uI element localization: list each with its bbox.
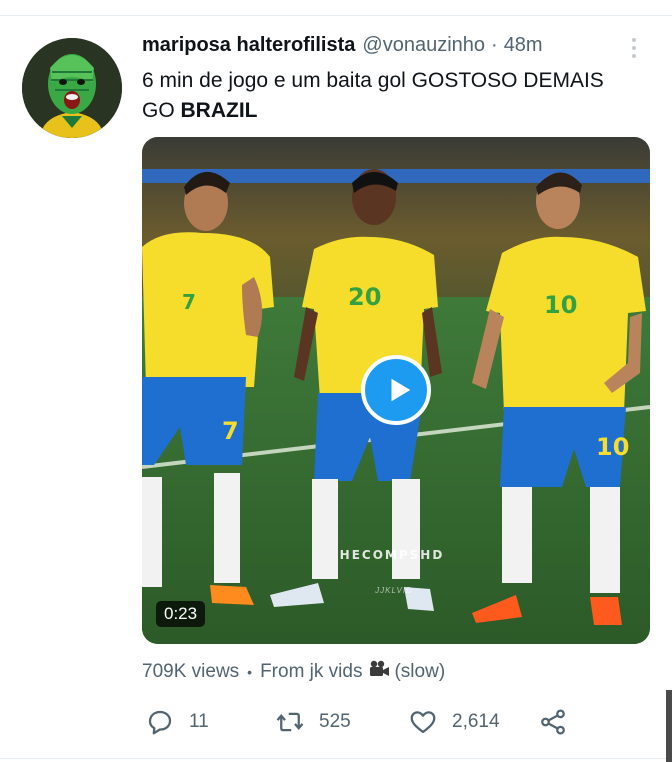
source-link[interactable]: From jk vids bbox=[260, 661, 362, 683]
share-icon bbox=[541, 709, 565, 735]
video-watermark: HECOMPSHD bbox=[339, 548, 445, 562]
timestamp[interactable]: 48m bbox=[504, 34, 543, 57]
author-name[interactable]: mariposa halterofilista bbox=[142, 34, 355, 57]
retweet-icon bbox=[276, 712, 304, 732]
source-suffix: (slow) bbox=[394, 661, 446, 682]
video-duration: 0:23 bbox=[156, 601, 206, 627]
like-button[interactable]: 2,614 bbox=[408, 705, 500, 739]
shorts-number-left: 7 bbox=[222, 417, 239, 445]
heart-icon bbox=[410, 711, 436, 734]
meta-separator: • bbox=[247, 664, 253, 680]
tweet-text-prefix: GO bbox=[142, 99, 181, 122]
video-player[interactable]: 7 20 10 7 10 HECOMPSHD JJKLVID 0:23 bbox=[142, 137, 650, 644]
avatar-image bbox=[22, 38, 122, 138]
tweet-text: 6 min de jogo e um baita gol GOSTOSO DEM… bbox=[142, 66, 647, 126]
reply-icon bbox=[148, 710, 172, 735]
like-count: 2,614 bbox=[452, 711, 500, 732]
tweet-actions: 11 525 2,614 bbox=[142, 705, 642, 739]
jersey-number-right: 10 bbox=[544, 291, 577, 319]
video-meta: 709K views • From jk vids (slow) bbox=[142, 660, 445, 684]
reply-button[interactable]: 11 bbox=[145, 705, 209, 739]
tweet-text-bold: BRAZIL bbox=[180, 99, 258, 122]
shorts-number-right: 10 bbox=[596, 433, 629, 461]
view-count: 709K views bbox=[142, 661, 240, 682]
avatar[interactable] bbox=[22, 38, 122, 138]
play-icon bbox=[391, 378, 410, 402]
retweet-count: 525 bbox=[319, 711, 351, 732]
top-divider bbox=[0, 15, 672, 16]
more-options-icon[interactable] bbox=[624, 34, 644, 62]
author-handle[interactable]: @vonauzinho bbox=[362, 34, 485, 57]
header-separator: · bbox=[491, 34, 498, 56]
tweet-text-line2: GO BRAZIL bbox=[142, 96, 647, 126]
play-button[interactable] bbox=[361, 355, 431, 425]
jersey-number-middle: 20 bbox=[348, 283, 381, 311]
tweet-header: mariposa halterofilista @vonauzinho · 48… bbox=[142, 34, 543, 57]
tweet-text-line1: 6 min de jogo e um baita gol GOSTOSO DEM… bbox=[142, 69, 604, 92]
video-watermark-small: JJKLVID bbox=[375, 586, 413, 595]
share-button[interactable] bbox=[538, 705, 568, 739]
scrollbar[interactable] bbox=[666, 690, 672, 762]
retweet-button[interactable]: 525 bbox=[275, 705, 351, 739]
reply-count: 11 bbox=[189, 711, 209, 732]
bottom-divider bbox=[0, 758, 672, 759]
movie-camera-icon bbox=[368, 660, 390, 684]
jersey-number-left: 7 bbox=[182, 290, 196, 314]
